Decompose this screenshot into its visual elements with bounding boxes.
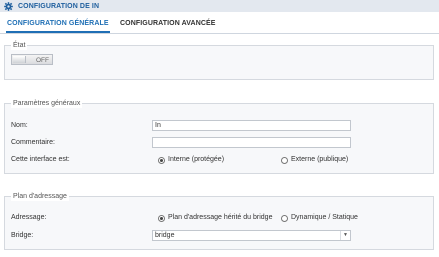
bridge-label: Bridge: (11, 232, 34, 239)
radio-bridge-addressing[interactable]: Plan d'adressage hérité du bridge (158, 213, 272, 223)
comment-field[interactable] (152, 137, 351, 148)
radio-external-dot (281, 156, 288, 164)
radio-dynamic-static[interactable]: Dynamique / Statique (281, 213, 358, 223)
general-params-group: Paramètres généraux Nom: In Commentaire:… (4, 99, 434, 174)
radio-external-label: Externe (publique) (291, 156, 349, 163)
etat-group: État OFF (4, 41, 434, 80)
tab-general-configuration[interactable]: CONFIGURATION GÉNÉRALE (6, 20, 110, 33)
chevron-down-icon[interactable]: ▼ (340, 231, 350, 240)
radio-internal[interactable]: Interne (protégée) (158, 155, 224, 165)
toggle-knob (13, 56, 26, 63)
window-title-bar: CONFIGURATION DE IN (0, 0, 439, 12)
tab-advanced-configuration[interactable]: CONFIGURATION AVANCÉE (120, 20, 216, 27)
window-title: CONFIGURATION DE IN (18, 2, 100, 10)
addressing-legend: Plan d'adressage (11, 192, 69, 201)
radio-bridge-label: Plan d'adressage hérité du bridge (168, 214, 273, 221)
name-label: Nom: (11, 122, 28, 129)
gear-icon (4, 1, 13, 11)
radio-dynamic-label: Dynamique / Statique (291, 214, 358, 221)
interface-type-label: Cette interface est: (11, 156, 70, 163)
bridge-select[interactable]: bridge ▼ (152, 230, 351, 241)
radio-bridge-dot (158, 214, 165, 222)
name-field[interactable]: In (152, 120, 351, 131)
radio-internal-label: Interne (protégée) (168, 156, 225, 163)
bridge-select-value: bridge (155, 232, 175, 239)
radio-dynamic-dot (281, 214, 288, 222)
comment-label: Commentaire: (11, 139, 55, 146)
state-toggle[interactable]: OFF (11, 54, 53, 65)
toggle-off-label: OFF (36, 57, 49, 64)
radio-external[interactable]: Externe (publique) (281, 155, 348, 165)
radio-internal-dot (158, 156, 165, 164)
etat-legend: État (11, 41, 28, 50)
tab-bar: CONFIGURATION GÉNÉRALE CONFIGURATION AVA… (0, 12, 439, 34)
addressing-label: Adressage: (11, 214, 47, 221)
addressing-group: Plan d'adressage Adressage: Plan d'adres… (4, 192, 434, 250)
general-params-legend: Paramètres généraux (11, 99, 83, 108)
